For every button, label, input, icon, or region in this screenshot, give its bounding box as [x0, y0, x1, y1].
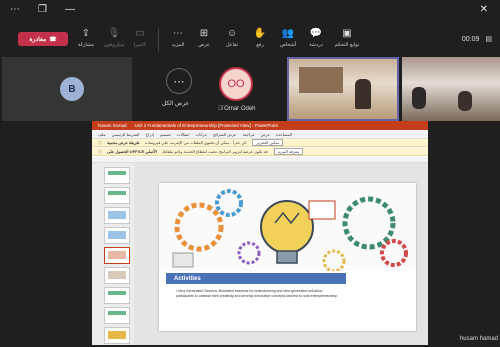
slide-thumbnail[interactable] — [104, 267, 130, 284]
tab[interactable]: انتقالات — [177, 132, 190, 137]
phone-hangup-icon: ☎ — [49, 36, 57, 43]
view-label: عرض — [198, 42, 210, 48]
control-icon: ▣ — [342, 27, 352, 39]
raise-label: رفع — [256, 42, 264, 48]
avatar: B — [60, 77, 84, 101]
slide-thumbnail[interactable] — [104, 187, 130, 204]
shared-screen[interactable]: husam hamad Unit 2 Fundamentals of Entre… — [92, 121, 428, 345]
person-silhouette — [355, 79, 371, 109]
share-label: مشاركة — [77, 42, 95, 48]
participant-video[interactable] — [402, 57, 500, 121]
participant-name: 🎙̸ Omar Odeh — [218, 106, 256, 112]
current-slide[interactable] — [159, 183, 416, 331]
camera-off-icon: ▭ — [135, 27, 145, 39]
tab[interactable]: الشريط الرئيسي — [112, 132, 140, 137]
window-title: Unit 2 Fundamentals of Entrepreneurship … — [134, 123, 278, 128]
info-icon: ⓘ — [98, 139, 102, 145]
tab[interactable]: ملف — [98, 132, 106, 137]
grid-view-icon: ⊞ — [199, 27, 209, 39]
slide-heading: Activities — [166, 273, 346, 284]
protected-view-banner: ⓘ طريقة عرض محمية كن حذراً - يمكن أن تحت… — [92, 139, 428, 147]
window-controls: ⋯ ❐ — — [10, 4, 75, 15]
tab[interactable]: مراجعة — [243, 132, 255, 137]
share-button[interactable]: ⇪ مشاركة — [72, 25, 100, 55]
tab[interactable]: المساعدة — [276, 132, 292, 137]
leave-label: مغادرة — [29, 36, 47, 43]
more-options-icon[interactable]: ⋯ — [10, 4, 20, 15]
tab[interactable]: عرض الشرائح — [213, 132, 236, 137]
enable-editing-button[interactable]: تمكين التحرير — [252, 139, 284, 146]
powerpoint-titlebar: husam hamad Unit 2 Fundamentals of Entre… — [92, 121, 428, 130]
chat-label: دردشة — [309, 42, 323, 48]
tab[interactable]: إدراج — [146, 132, 155, 137]
banner-detail: كن حذراً - يمكن أن تحتوي الملفات من الإن… — [144, 140, 248, 145]
meeting-toolbar: مغادرة ☎ ⇪ مشاركة 🎙 ميكروفون ▭ كاميرا ⋯ … — [0, 22, 500, 58]
slide-thumbnail[interactable] — [104, 327, 130, 344]
participant-video[interactable] — [287, 57, 399, 121]
leave-button[interactable]: مغادرة ☎ — [18, 32, 68, 46]
smiley-icon: ☺ — [226, 27, 238, 39]
genuine-office-banner: ⓘ الحصول على OFFICE الأصلي قد تكون عرضة … — [92, 148, 428, 156]
learn-more-button[interactable]: معرفة المزيد — [273, 148, 304, 155]
slide-thumbnail[interactable] — [104, 287, 130, 304]
tab[interactable]: حركات — [196, 132, 208, 137]
banner-title: الحصول على OFFICE الأصلي — [107, 149, 157, 154]
show-all-button[interactable]: ⋯ — [166, 68, 192, 94]
tab[interactable]: عرض — [261, 132, 270, 137]
restore-icon[interactable]: ❐ — [38, 4, 47, 15]
toolbar-divider — [158, 28, 159, 52]
banner-detail: قد تكون عرضة لتزوير البرامج. تجنب انقطاع… — [161, 149, 269, 154]
mic-button[interactable]: 🎙 ميكروفون — [100, 25, 128, 55]
person-silhouette — [412, 87, 426, 109]
slide-thumbnails[interactable] — [92, 163, 134, 345]
pin-icon[interactable]: ▤ — [485, 35, 492, 43]
more-button[interactable]: ⋯ المزيد — [164, 25, 192, 55]
show-all-label: عرض الكل — [162, 101, 190, 107]
mic-muted-icon: 🎙 — [107, 27, 121, 39]
people-label: أشخاص — [279, 42, 297, 48]
meeting-clock: 00:09 ▤ — [461, 35, 492, 44]
slide-thumbnail-selected[interactable] — [104, 247, 130, 264]
view-button[interactable]: ⊞ عرض — [190, 25, 218, 55]
minimize-icon[interactable]: — — [65, 4, 75, 15]
slide-bullet: • Idea Generation Session: Illustrated s… — [176, 289, 339, 298]
presenter-name: husam hamad — [98, 123, 127, 128]
slide-thumbnail[interactable] — [104, 227, 130, 244]
mic-label: ميكروفون — [103, 42, 125, 48]
camera-button[interactable]: ▭ كاميرا — [126, 25, 154, 55]
camera-label: كاميرا — [133, 42, 147, 48]
slide-thumbnail[interactable] — [104, 167, 130, 184]
participant-tile-b[interactable]: B — [2, 57, 132, 121]
share-screen-icon: ⇪ — [81, 27, 91, 39]
slide-thumbnail[interactable] — [104, 307, 130, 324]
cabinet-image — [299, 67, 343, 93]
more-dots-icon: ⋯ — [173, 27, 183, 39]
chat-button[interactable]: 💬 دردشة — [302, 25, 330, 55]
ribbon-tabs: ملف الشريط الرئيسي إدراج تصميم انتقالات … — [92, 130, 428, 139]
react-button[interactable]: ☺ تفاعل — [218, 25, 246, 55]
control-button[interactable]: ▣ توابع التحكم — [330, 25, 364, 55]
avatar-omar[interactable]: OO — [219, 67, 253, 101]
meeting-time: 00:09 — [461, 35, 480, 43]
participant-row: B ⋯ عرض الكل OO 🎙̸ Omar Odeh — [0, 57, 500, 121]
gears-lightbulb-illustration — [159, 183, 416, 273]
more-label: المزيد — [171, 42, 185, 48]
react-label: تفاعل — [225, 42, 239, 48]
people-icon: 👥 — [281, 27, 295, 39]
control-label: توابع التحكم — [334, 42, 360, 48]
slide-thumbnail[interactable] — [104, 207, 130, 224]
presenter-name-label: husam hamad — [459, 336, 498, 342]
banner-title: طريقة عرض محمية — [107, 140, 140, 145]
close-icon[interactable]: ✕ — [480, 4, 488, 15]
people-button[interactable]: 👥 أشخاص — [274, 25, 302, 55]
tab[interactable]: تصميم — [160, 132, 171, 137]
raise-hand-button[interactable]: ✋ رفع — [246, 25, 274, 55]
hand-icon: ✋ — [253, 27, 267, 39]
person-silhouette — [458, 91, 472, 111]
chat-bubble-icon: 💬 — [309, 27, 323, 39]
info-icon: ⓘ — [98, 148, 102, 154]
